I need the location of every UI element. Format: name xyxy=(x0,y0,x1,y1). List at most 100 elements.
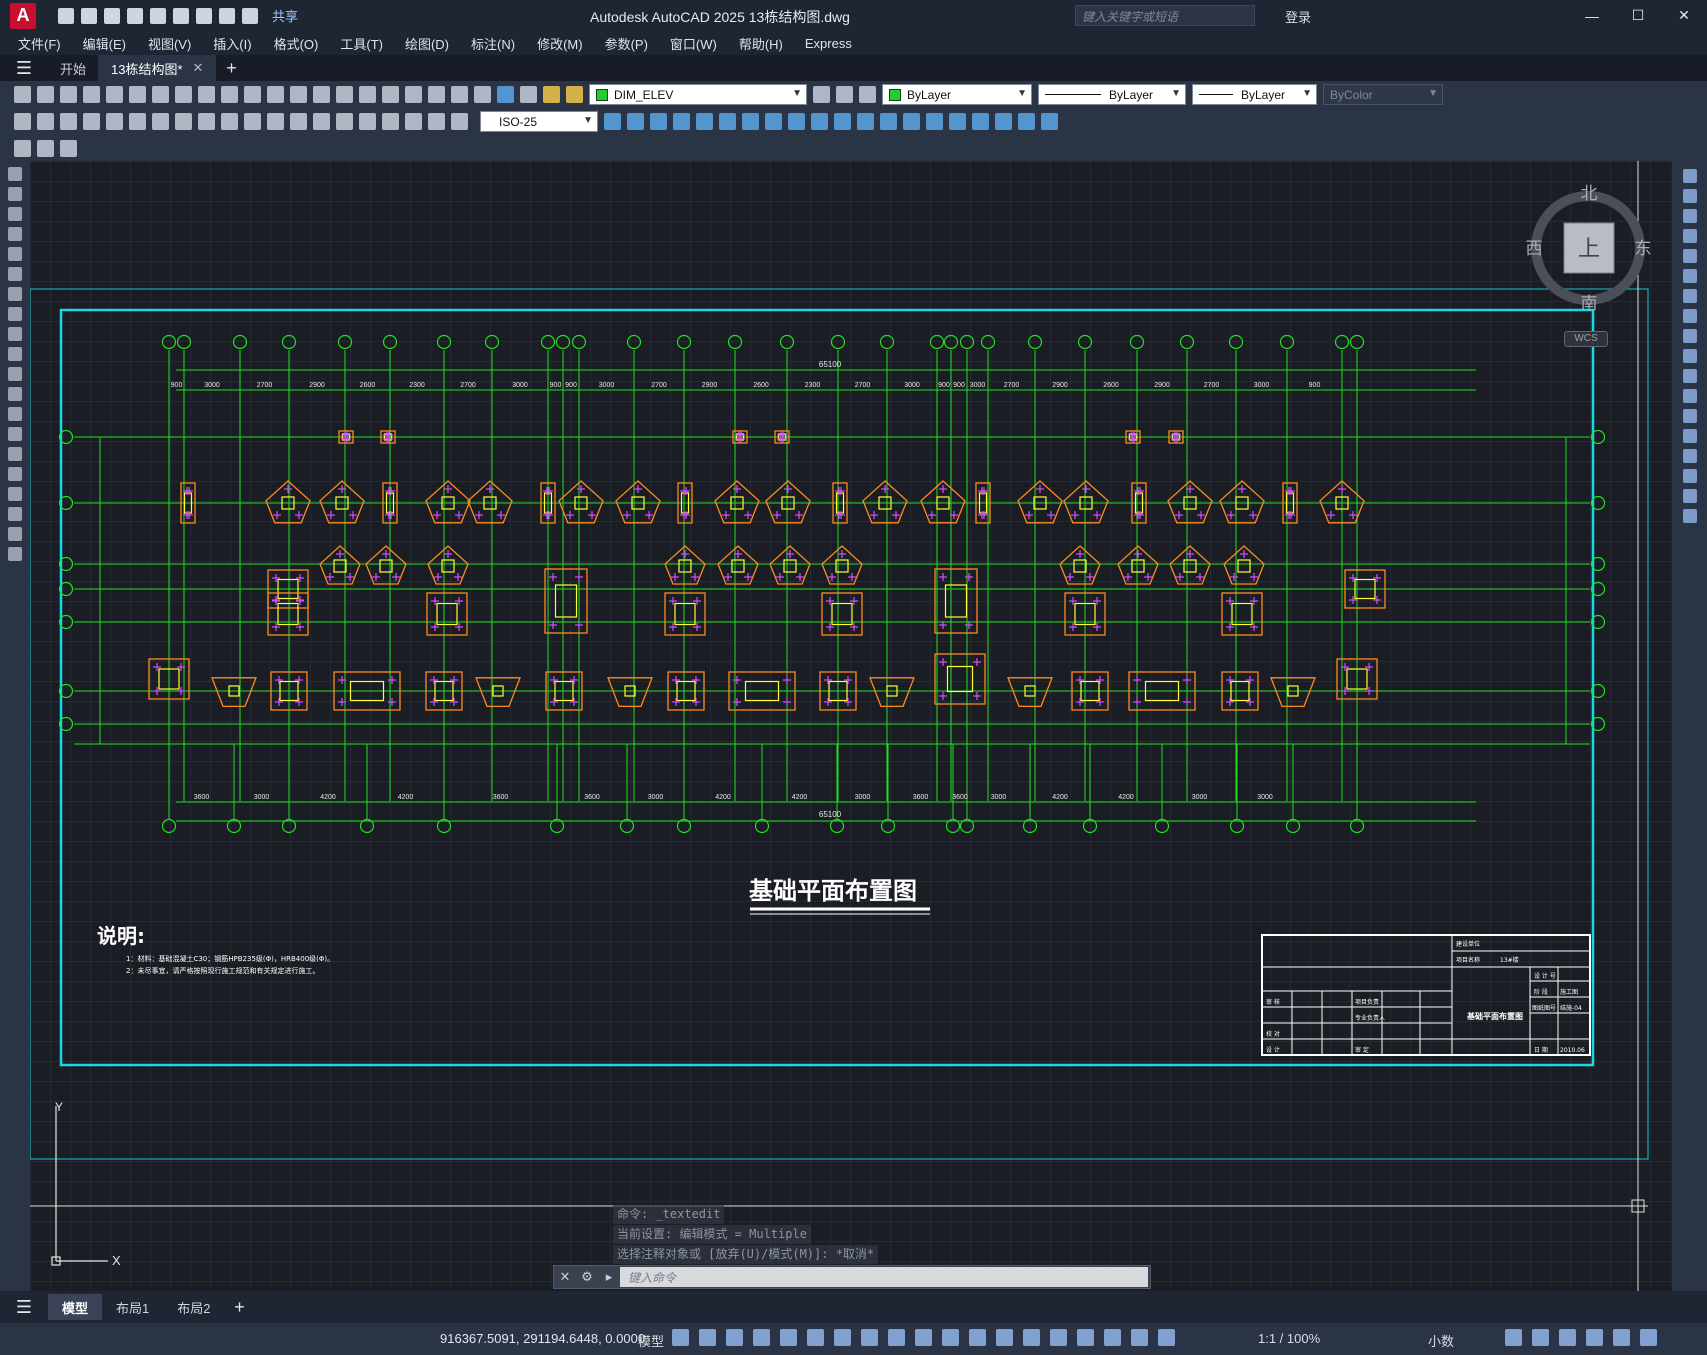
help-icon[interactable] xyxy=(497,86,514,103)
compass-north[interactable]: 北 xyxy=(1581,184,1598,204)
modify-reverse-icon[interactable] xyxy=(1041,113,1058,130)
transparency-icon[interactable] xyxy=(942,1329,959,1346)
command-input[interactable]: 键入命令 xyxy=(620,1267,1148,1287)
modify-blend-icon[interactable] xyxy=(972,113,989,130)
menu-modify[interactable]: 修改(M) xyxy=(537,34,595,53)
radius-icon[interactable] xyxy=(106,113,123,130)
linetype-dropdown[interactable]: ByLayer ▼ xyxy=(1038,84,1186,105)
export-icon[interactable] xyxy=(173,7,189,24)
annotation-visibility-icon[interactable] xyxy=(1104,1329,1121,1346)
table-icon[interactable] xyxy=(8,507,22,521)
polygon-icon[interactable] xyxy=(8,227,22,241)
dynamic-input-icon[interactable] xyxy=(753,1329,770,1346)
gizmo-icon[interactable] xyxy=(1077,1329,1094,1346)
arc-icon[interactable] xyxy=(8,267,22,281)
trim-icon[interactable] xyxy=(1682,349,1697,363)
aligned-dim-icon[interactable] xyxy=(37,113,54,130)
mtext-icon[interactable] xyxy=(8,527,22,541)
publish-icon[interactable] xyxy=(150,7,166,24)
rectangle-icon[interactable] xyxy=(8,247,22,261)
menu-file[interactable]: 文件(F) xyxy=(18,34,73,53)
join-icon[interactable] xyxy=(1682,429,1697,443)
add-selected-icon[interactable] xyxy=(8,547,22,561)
gradient-icon[interactable] xyxy=(8,467,22,481)
dim-style-dropdown[interactable]: ISO-25 ▼ xyxy=(480,111,598,132)
break-at-point-icon[interactable] xyxy=(1682,389,1697,403)
layer-freeze-icon[interactable] xyxy=(566,86,583,103)
close-command-line-icon[interactable]: ✕ xyxy=(554,1269,576,1285)
menu-draw[interactable]: 绘图(D) xyxy=(405,34,461,53)
lineweight-icon[interactable] xyxy=(915,1329,932,1346)
color-dropdown[interactable]: ByLayer ▼ xyxy=(882,84,1032,105)
arc-length-icon[interactable] xyxy=(60,113,77,130)
save-icon[interactable] xyxy=(60,86,77,103)
calculator-icon[interactable] xyxy=(474,86,491,103)
redo-icon[interactable] xyxy=(267,86,284,103)
lock-ui-icon[interactable] xyxy=(1532,1329,1549,1346)
tab-layout1[interactable]: 布局1 xyxy=(102,1294,163,1320)
layer-previous-icon[interactable] xyxy=(836,86,853,103)
layer-properties-icon[interactable] xyxy=(520,86,537,103)
erase-icon[interactable] xyxy=(1682,169,1697,183)
ellipse-icon[interactable] xyxy=(8,347,22,361)
text-edit-icon[interactable] xyxy=(14,139,31,157)
redo-icon[interactable] xyxy=(242,7,258,24)
make-block-icon[interactable] xyxy=(8,407,22,421)
menu-express[interactable]: Express xyxy=(805,36,864,51)
copy-icon[interactable] xyxy=(175,86,192,103)
dynamic-ucs-icon[interactable] xyxy=(1023,1329,1040,1346)
baseline-icon[interactable] xyxy=(221,113,238,130)
construction-line-icon[interactable] xyxy=(8,187,22,201)
auto-scale-icon[interactable] xyxy=(1131,1329,1148,1346)
modify-fillet-icon[interactable] xyxy=(926,113,943,130)
undo-icon[interactable] xyxy=(244,86,261,103)
selection-filter-icon[interactable] xyxy=(1050,1329,1067,1346)
mirror-icon[interactable] xyxy=(1682,209,1697,223)
center-mark-icon[interactable] xyxy=(336,113,353,130)
dim-edit-icon[interactable] xyxy=(405,113,422,130)
preview-icon[interactable] xyxy=(106,86,123,103)
menu-parametric[interactable]: 参数(P) xyxy=(605,34,660,53)
markup-icon[interactable] xyxy=(451,86,468,103)
modify-offset-icon[interactable] xyxy=(673,113,690,130)
compass-east[interactable]: 东 xyxy=(1635,239,1652,259)
match-prop-icon[interactable] xyxy=(221,86,238,103)
hamburger-menu-icon[interactable]: ☰ xyxy=(0,58,48,79)
make-current-icon[interactable] xyxy=(813,86,830,103)
modify-move-icon[interactable] xyxy=(719,113,736,130)
menu-help[interactable]: 帮助(H) xyxy=(739,34,795,53)
tab-active-drawing[interactable]: 13栋结构图* ✕ xyxy=(99,55,217,81)
move-icon[interactable] xyxy=(1682,269,1697,283)
menu-dimension[interactable]: 标注(N) xyxy=(471,34,527,53)
chamfer-icon[interactable] xyxy=(1682,449,1697,463)
blend-icon[interactable] xyxy=(1682,489,1697,503)
layer-walk-icon[interactable] xyxy=(60,139,77,157)
design-center-icon[interactable] xyxy=(382,86,399,103)
circle-icon[interactable] xyxy=(8,287,22,301)
compass-south[interactable]: 南 xyxy=(1581,294,1598,314)
spline-icon[interactable] xyxy=(8,327,22,341)
isodraft-icon[interactable] xyxy=(834,1329,851,1346)
continue-icon[interactable] xyxy=(244,113,261,130)
modify-join-icon[interactable] xyxy=(880,113,897,130)
stretch-icon[interactable] xyxy=(1682,329,1697,343)
jogged-linear-icon[interactable] xyxy=(382,113,399,130)
table-edit-icon[interactable] xyxy=(37,139,54,157)
login-button[interactable]: 登录 xyxy=(1285,7,1311,26)
object-snap-tracking-icon[interactable] xyxy=(861,1329,878,1346)
layer-dropdown[interactable]: DIM_ELEV ▼ xyxy=(589,84,807,105)
polar-icon[interactable] xyxy=(807,1329,824,1346)
viewcube[interactable]: 上 北 南 西 东 WCS xyxy=(1518,180,1658,347)
modify-chamfer-icon[interactable] xyxy=(903,113,920,130)
selection-cycling-icon[interactable] xyxy=(969,1329,986,1346)
object-snap-icon[interactable] xyxy=(888,1329,905,1346)
fillet-icon[interactable] xyxy=(1682,469,1697,483)
close-button[interactable]: ✕ xyxy=(1661,0,1707,31)
space-icon[interactable] xyxy=(267,113,284,130)
infer-icon[interactable] xyxy=(726,1329,743,1346)
units-value[interactable]: 小数 xyxy=(1428,1331,1454,1350)
diameter-icon[interactable] xyxy=(152,113,169,130)
customization-icon[interactable] xyxy=(1640,1329,1657,1346)
modify-align-icon[interactable] xyxy=(1018,113,1035,130)
copy-object-icon[interactable] xyxy=(1682,189,1697,203)
